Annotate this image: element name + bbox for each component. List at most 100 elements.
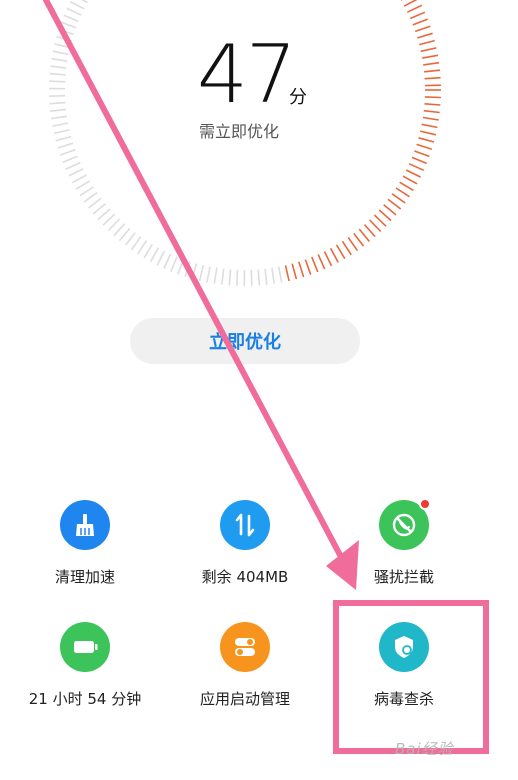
tool-virus-scan[interactable]: 病毒查杀 [329,622,479,722]
notification-dot [419,498,431,510]
gauge-tick [75,180,91,190]
gauge-tick [387,198,402,210]
tool-cleanup[interactable]: 清理加速 [10,500,160,600]
gauge-tick [378,209,392,222]
gauge-tick [71,174,87,184]
gauge-tick [228,269,232,286]
gauge-tick [424,69,441,73]
score-unit: 分 [289,87,307,108]
gauge-tick [58,28,75,36]
gauge-tick [60,21,77,29]
gauge-tick [221,268,225,285]
gauge-tick [50,65,67,69]
gauge-tick [416,143,433,151]
tool-app-launch[interactable]: 应用启动管理 [170,622,320,722]
shield-search-icon [379,622,429,672]
gauge-tick [417,32,433,39]
gauge-tick [81,0,88,4]
swap-arrows-icon [220,500,270,550]
gauge-tick [54,43,71,49]
gauge-tick [420,47,437,53]
gauge-tick [291,263,298,280]
gauge-tick [422,116,439,121]
gauge-tick [97,208,111,221]
gauge-tick [113,223,126,237]
gauge-tick [191,263,198,280]
gauge-tick [383,204,397,216]
gauge-tick [118,227,131,242]
gauge-tick [50,108,67,112]
phone-manager-screen: 47 分 需立即优化 立即优化 清理加速 剩余 404MB 骚扰拦截 21 小时… [0,0,518,780]
gauge-tick [419,39,435,46]
tool-harassment-block[interactable]: 骚扰拦截 [329,498,479,600]
gauge-tick [329,247,339,263]
gauge-tick [177,258,185,275]
tool-storage[interactable]: 剩余 404MB [170,500,320,600]
gauge-tick [50,115,68,120]
gauge-tick [423,109,440,114]
toggle-switches-icon [220,622,270,672]
gauge-tick [107,218,121,232]
gauge-tick [49,101,66,105]
gauge-tick [399,181,414,192]
gauge-tick [257,269,261,286]
optimize-now-button[interactable]: 立即优化 [130,318,360,364]
gauge-tick [347,236,359,252]
gauge-tick [156,250,166,266]
tool-label: 清理加速 [54,568,115,586]
gauge-tick [408,163,425,172]
gauge-tick [102,213,116,226]
tool-label: 病毒查杀 [373,690,434,708]
gauge-tick [53,129,70,135]
gauge-tick [403,0,418,7]
gauge-tick [69,0,85,10]
gauge-tick [65,161,81,170]
gauge-tick [422,54,439,59]
gauge-tick [62,155,78,163]
gauge-tick [424,96,441,99]
gauge-tick [92,203,107,215]
gauge-tick [412,18,428,26]
gauge-tick [414,150,430,158]
gauge-tick [373,214,387,227]
gauge-tick [56,35,73,42]
gauge-tick [284,265,290,282]
gauge-tick [418,137,435,143]
gauge-tick [264,268,268,285]
gauge-tick [170,256,178,272]
gauge-tick [406,4,423,13]
gauge-tick [341,240,352,256]
gauge-tick [49,80,66,83]
gauge-tick [424,76,441,80]
gauge-tick [52,50,69,56]
score-display: 47 分 [197,30,327,120]
gauge-tick [149,247,160,263]
gauge-tick [298,261,305,278]
gauge-tick [52,122,69,127]
gauge-tick [88,197,102,209]
gauge-tick [206,266,211,283]
gauge-tick [63,14,79,23]
gauge-tick [55,135,72,142]
gauge-tick [83,192,98,203]
gauge-tick [421,123,438,129]
tool-battery[interactable]: 21 小时 54 分钟 [10,622,160,722]
gauge-tick [420,130,436,136]
broom-icon [60,500,110,550]
gauge-tick [405,169,421,178]
gauge-tick [250,269,253,286]
optimize-now-label: 立即优化 [209,332,281,353]
gauge-tick [353,232,365,247]
gauge-tick [363,224,376,238]
score-value: 47 [197,28,297,121]
gauge-tick [402,175,418,185]
gauge-tick [277,266,283,283]
gauge-tick [184,261,191,277]
gauge-tick [68,168,84,177]
gauge-tick [124,232,136,246]
gauge-tick [423,61,440,66]
tool-label: 21 小时 54 分钟 [28,690,142,708]
gauge-tick [358,228,371,243]
gauge-tick [51,57,68,62]
gauge-tick [57,142,74,149]
